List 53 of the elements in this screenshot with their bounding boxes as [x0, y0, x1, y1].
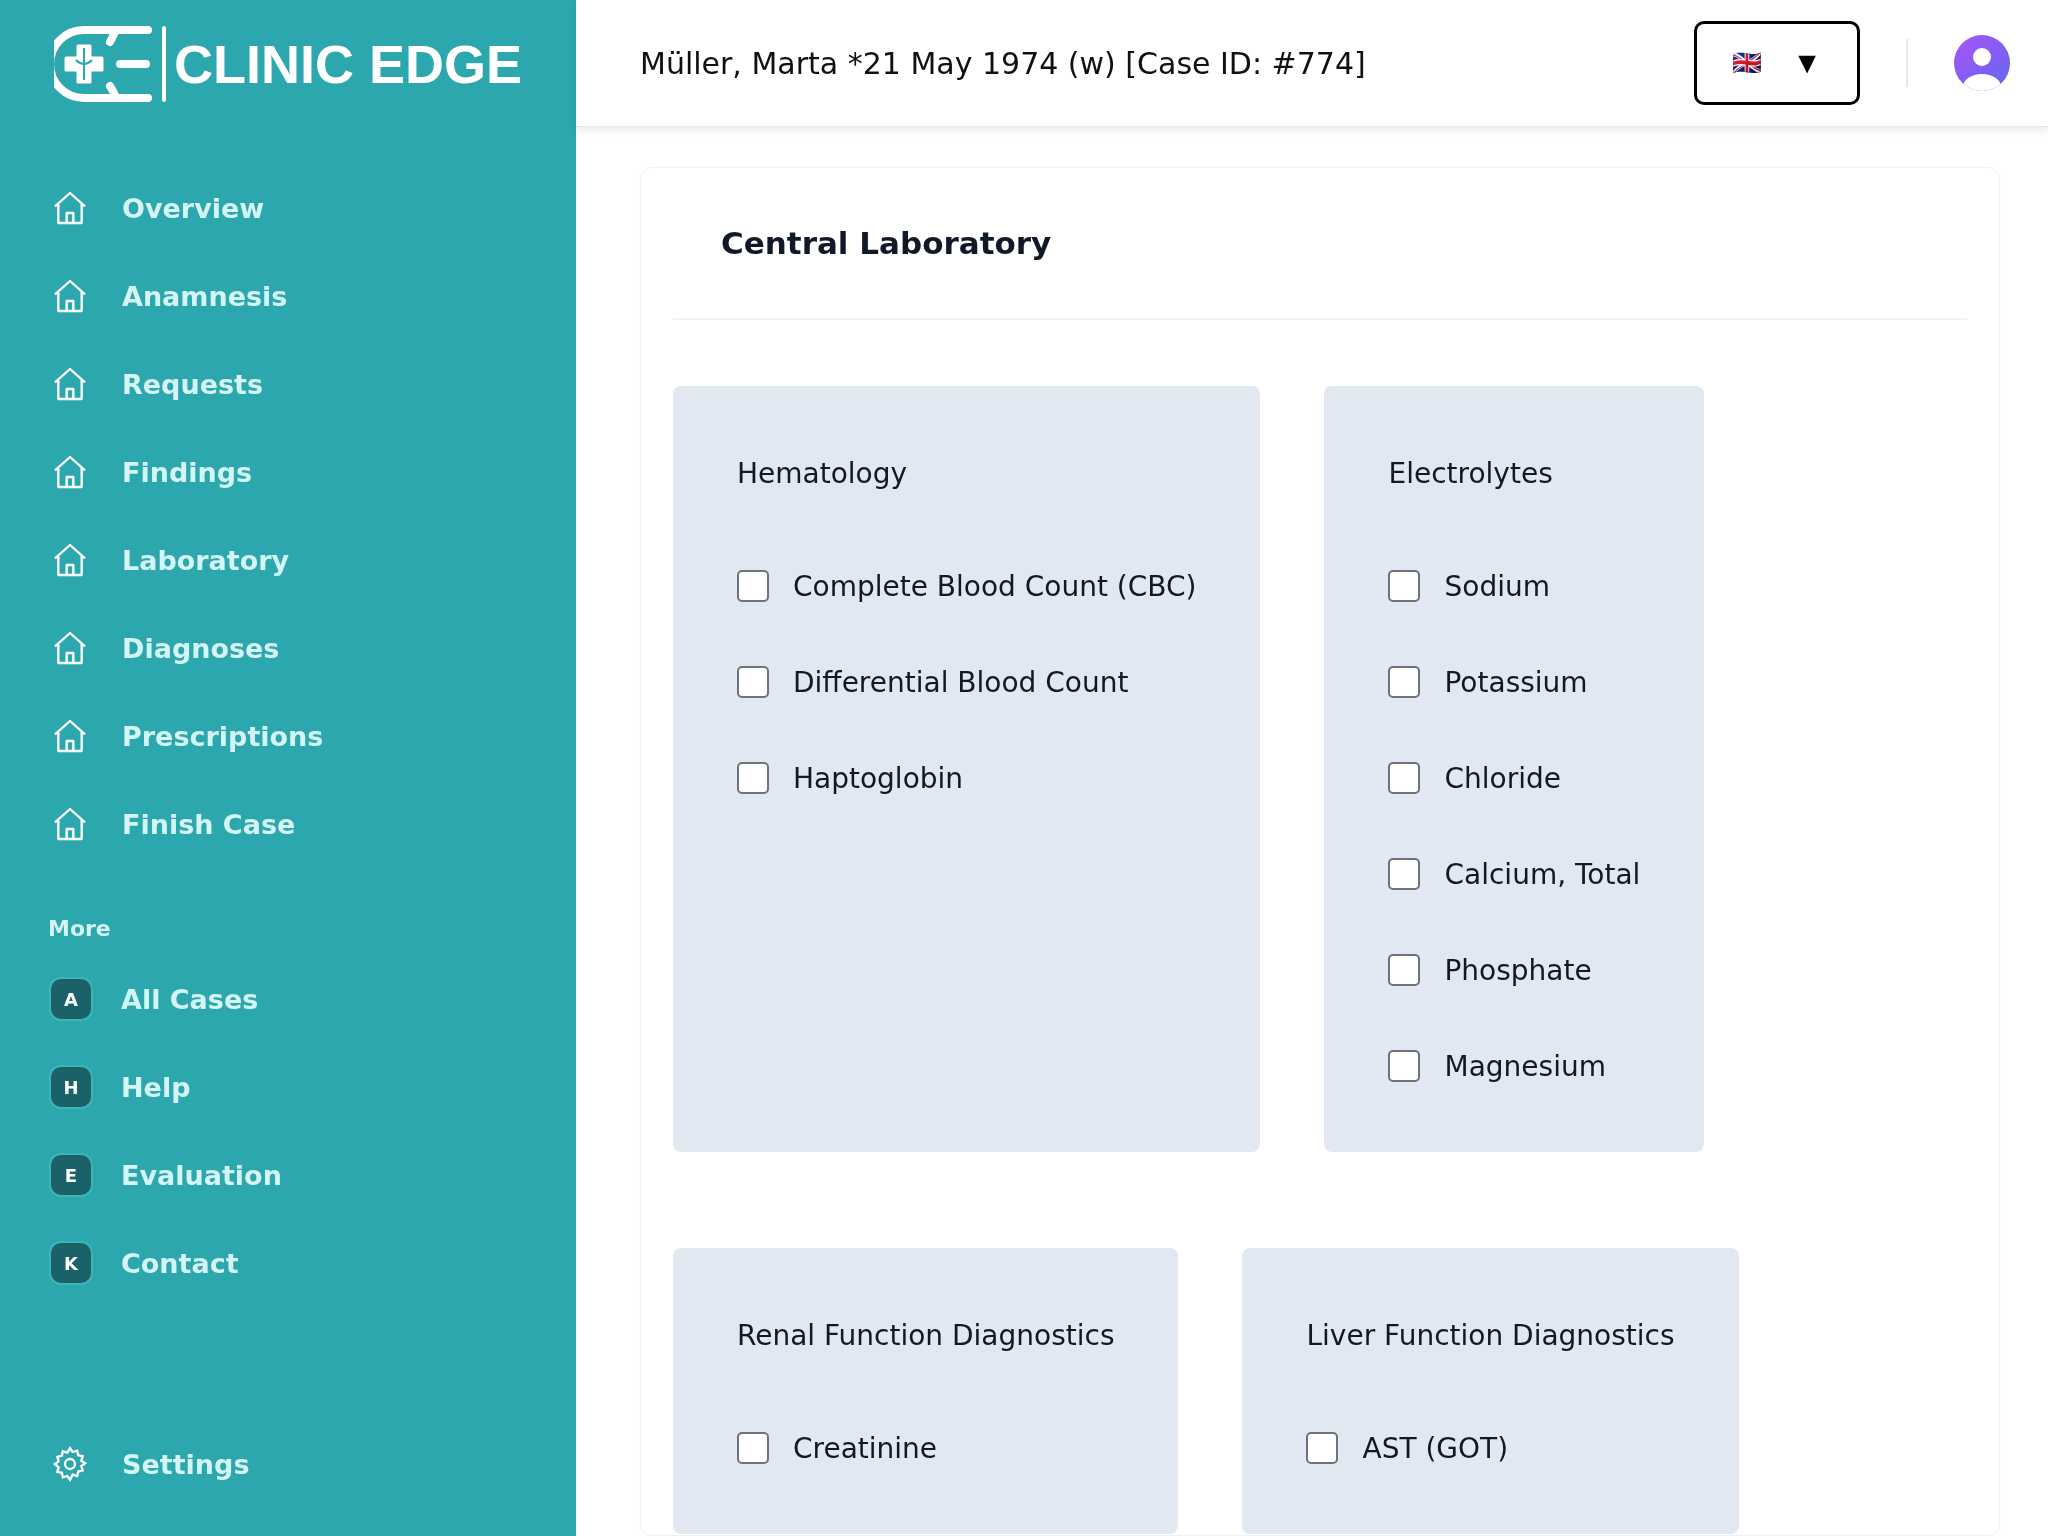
test-label: Sodium: [1444, 569, 1550, 603]
nav-item[interactable]: A All Cases: [0, 955, 576, 1043]
caret-icon: ▼: [1792, 46, 1822, 80]
nav-item[interactable]: H Help: [0, 1043, 576, 1131]
avatar-button[interactable]: [1954, 35, 2010, 91]
checkbox[interactable]: [737, 666, 769, 698]
logo-icon: [54, 24, 154, 104]
nav-item[interactable]: Findings: [0, 428, 576, 516]
group-title: Electrolytes: [1388, 456, 1554, 492]
language-dropdown[interactable]: 🇬🇧 ▼: [1694, 21, 1860, 105]
settings-icon: [50, 1444, 90, 1484]
checkbox[interactable]: [1388, 858, 1421, 890]
test-label: Creatinine: [793, 1431, 938, 1465]
letter-badge: H: [49, 1065, 93, 1109]
nav-item[interactable]: Diagnoses: [0, 604, 576, 692]
test-label: Magnesium: [1444, 1049, 1606, 1083]
nav-item[interactable]: Laboratory: [0, 516, 576, 604]
test-label: Phosphate: [1444, 953, 1592, 987]
test-label: Calcium, Total: [1444, 857, 1641, 891]
group-title: Hematology: [737, 456, 909, 492]
letter-badge: A: [49, 977, 93, 1021]
group-title: Liver Function Diagnostics: [1306, 1318, 1675, 1354]
checkbox[interactable]: [1388, 954, 1421, 986]
checkbox[interactable]: [1388, 1050, 1421, 1082]
nav-item[interactable]: Overview: [0, 164, 576, 252]
nav-item[interactable]: E Evaluation: [0, 1131, 576, 1219]
test-label: Potassium: [1444, 665, 1588, 699]
nav-item[interactable]: K Contact: [0, 1219, 576, 1307]
test-label: AST (GOT): [1362, 1431, 1509, 1465]
nav-item[interactable]: Finish Case: [0, 780, 576, 868]
test-label: Complete Blood Count (CBC): [793, 569, 1197, 603]
nav-item[interactable]: Anamnesis: [0, 252, 576, 340]
checkbox[interactable]: [1388, 762, 1421, 794]
checkbox[interactable]: [1306, 1432, 1339, 1464]
panel-title: Central Laboratory: [720, 224, 1053, 263]
checkbox[interactable]: [1388, 666, 1421, 698]
flag-icon: 🇬🇧: [1732, 49, 1763, 77]
checkbox[interactable]: [737, 570, 769, 602]
nav-item[interactable]: Requests: [0, 340, 576, 428]
checkbox[interactable]: [737, 762, 769, 794]
checkbox[interactable]: [1388, 570, 1421, 602]
test-label: Differential Blood Count: [793, 665, 1129, 699]
test-label: Chloride: [1444, 761, 1561, 795]
letter-badge: K: [49, 1241, 93, 1285]
section-heading: More: [47, 915, 112, 943]
test-label: Haptoglobin: [793, 761, 964, 795]
group-title: Renal Function Diagnostics: [737, 1318, 1115, 1354]
nav-item[interactable]: Prescriptions: [0, 692, 576, 780]
checkbox[interactable]: [737, 1432, 769, 1464]
logo-text: CLINIC EDGE: [174, 33, 523, 95]
settings-link[interactable]: Settings: [0, 1420, 576, 1508]
letter-badge: E: [49, 1153, 93, 1197]
patient-title: Müller, Marta *21 May 1974 (w) [Case ID: #774]: [640, 45, 1367, 81]
